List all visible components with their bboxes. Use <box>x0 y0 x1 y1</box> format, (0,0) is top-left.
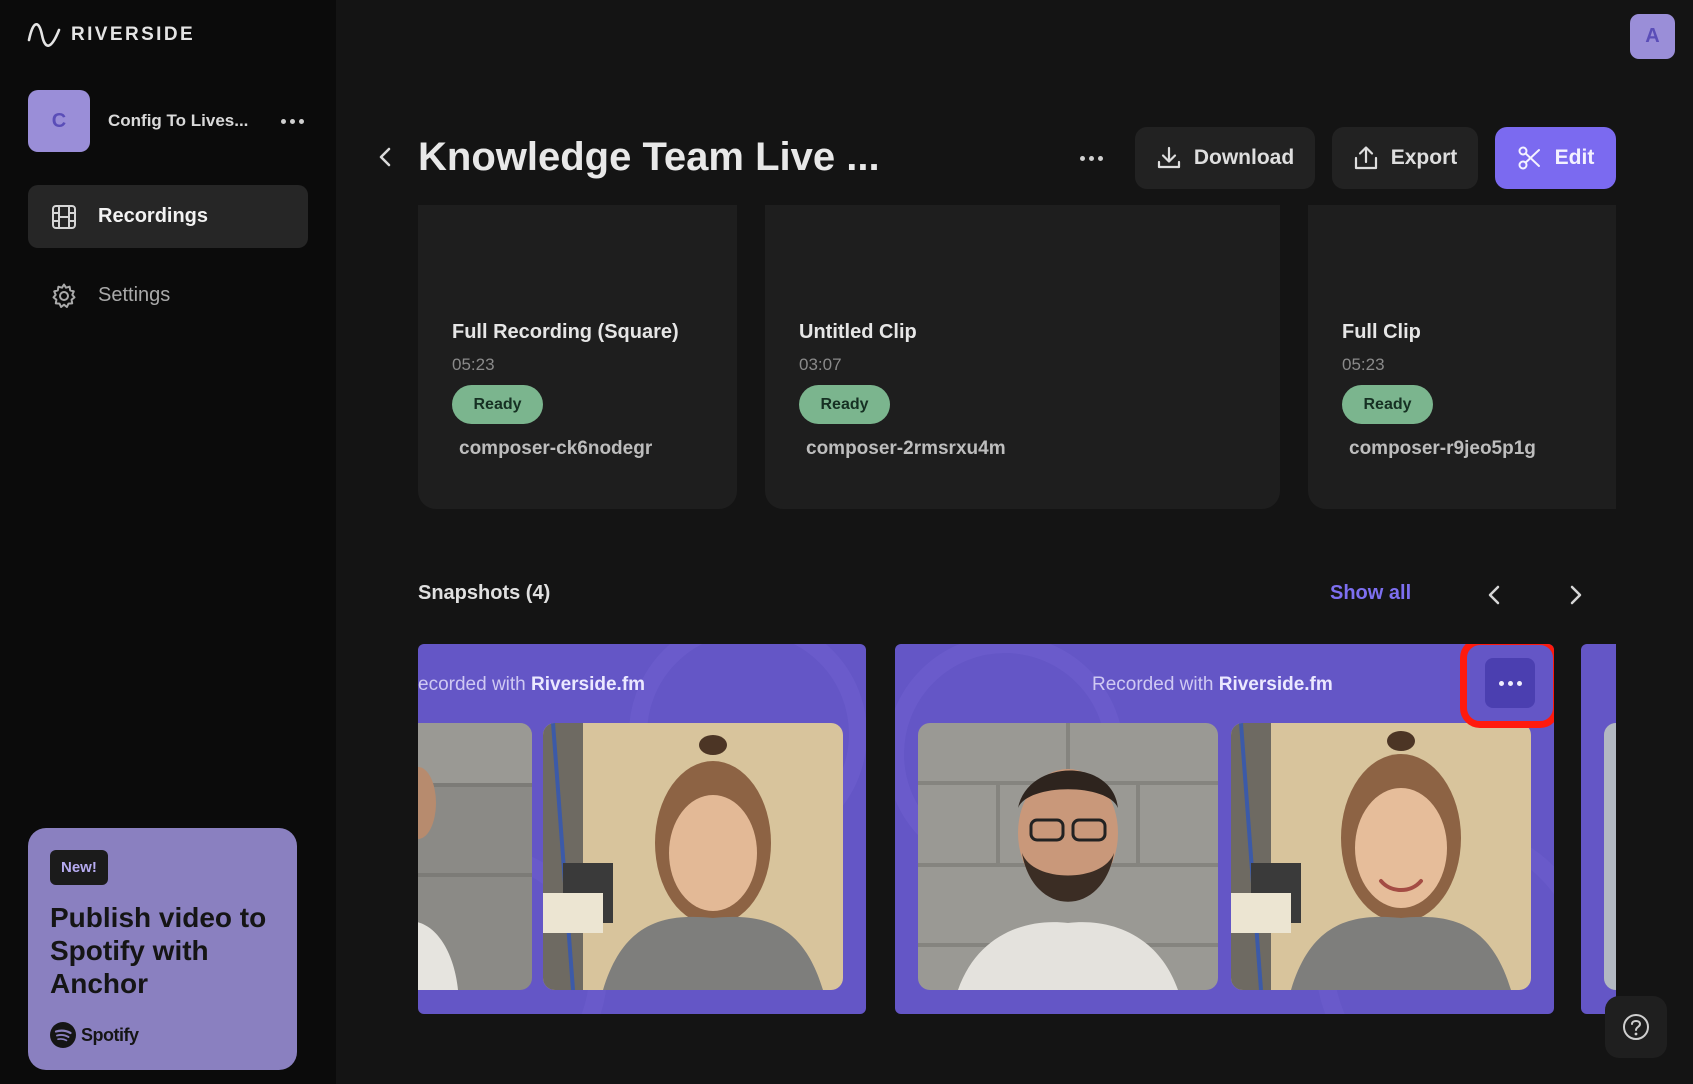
clips-carousel: Full Recording (Square) 05:23 Ready comp… <box>418 205 1616 509</box>
participant-video-female <box>543 723 843 990</box>
page-header: Knowledge Team Live ... Download Export … <box>370 127 1616 189</box>
status-badge: Ready <box>1342 385 1433 424</box>
user-avatar[interactable]: A <box>1630 14 1675 59</box>
clip-card[interactable]: Full Clip 05:23 Ready composer-r9jeo5p1g <box>1308 205 1616 509</box>
help-button[interactable] <box>1605 996 1667 1058</box>
status-badge: Ready <box>799 385 890 424</box>
clip-title: Untitled Clip <box>799 321 917 343</box>
more-options-icon[interactable] <box>1485 658 1535 708</box>
sidebar-item-label: Recordings <box>98 205 209 227</box>
spotify-logo: Spotify <box>50 1022 139 1048</box>
download-label: Download <box>1193 146 1295 169</box>
participant-video-male <box>418 723 532 990</box>
help-icon <box>1623 1014 1649 1040</box>
snapshot-watermark: ecorded with Riverside.fm <box>418 674 646 695</box>
show-all-link[interactable]: Show all <box>1330 582 1411 605</box>
participant-video <box>1604 723 1616 990</box>
wave-icon <box>27 23 61 47</box>
clip-duration: 05:23 <box>452 355 495 374</box>
more-options-icon[interactable] <box>1071 145 1111 171</box>
prev-button[interactable] <box>1479 580 1509 610</box>
chevron-right-icon <box>1570 585 1582 605</box>
sidebar-item-recordings[interactable]: Recordings <box>28 185 308 248</box>
spotify-wordmark: Spotify <box>81 1024 139 1045</box>
clip-duration: 03:07 <box>799 355 842 374</box>
sidebar-item-settings[interactable]: Settings <box>28 264 308 327</box>
snapshot-card[interactable]: Recorded with Riverside.fm <box>895 644 1554 1014</box>
film-icon <box>52 204 76 229</box>
workspace-avatar: C <box>28 90 90 152</box>
clip-id: composer-ck6nodegr <box>459 438 653 459</box>
download-button[interactable]: Download <box>1135 127 1315 189</box>
promo-title: Publish video to Spotify with Anchor <box>50 902 267 999</box>
workspace-name: Config To Lives... <box>108 111 249 130</box>
snapshots-heading: Snapshots (4) <box>418 582 551 604</box>
clip-id: composer-r9jeo5p1g <box>1349 438 1536 459</box>
participant-video-female <box>1231 723 1531 990</box>
brand-name: RIVERSIDE <box>71 24 196 45</box>
share-icon <box>1354 146 1377 170</box>
spotify-icon <box>50 1022 76 1048</box>
snapshot-card[interactable] <box>1581 644 1616 1014</box>
export-label: Export <box>1390 146 1458 169</box>
gear-icon <box>52 283 76 308</box>
download-icon <box>1157 146 1180 169</box>
clip-card[interactable]: Full Recording (Square) 05:23 Ready comp… <box>418 205 737 509</box>
sidebar: RIVERSIDE C Config To Lives... Recording… <box>0 0 336 1084</box>
edit-label: Edit <box>1554 146 1595 169</box>
edit-button[interactable]: Edit <box>1495 127 1616 189</box>
new-badge: New! <box>50 850 108 885</box>
snapshots-carousel: ecorded with Riverside.fm Recorded with … <box>418 644 1616 1014</box>
clip-duration: 05:23 <box>1342 355 1385 374</box>
highlighted-more-button[interactable] <box>1460 644 1554 728</box>
workspace-switcher[interactable]: C Config To Lives... <box>28 90 308 152</box>
chevron-left-icon <box>1488 585 1500 605</box>
page-title: Knowledge Team Live ... <box>418 135 880 179</box>
snapshot-watermark: Recorded with Riverside.fm <box>1092 674 1333 695</box>
sidebar-item-label: Settings <box>98 284 171 306</box>
clip-title: Full Recording (Square) <box>452 321 679 343</box>
workspace-more-icon[interactable] <box>276 108 308 134</box>
snapshot-card[interactable]: ecorded with Riverside.fm <box>418 644 866 1014</box>
app-window: RIVERSIDE C Config To Lives... Recording… <box>0 0 1693 1084</box>
chevron-left-icon <box>379 147 391 167</box>
back-button[interactable] <box>370 142 400 172</box>
riverside-logo[interactable]: RIVERSIDE <box>27 22 195 48</box>
next-button[interactable] <box>1561 580 1591 610</box>
spotify-promo-card[interactable]: New! Publish video to Spotify with Ancho… <box>28 828 297 1070</box>
clip-title: Full Clip <box>1342 321 1421 343</box>
participant-video-male <box>918 723 1218 990</box>
export-button[interactable]: Export <box>1332 127 1478 189</box>
clip-card[interactable]: Untitled Clip 03:07 Ready composer-2rmsr… <box>765 205 1280 509</box>
scissors-icon <box>1518 146 1540 170</box>
status-badge: Ready <box>452 385 543 424</box>
clip-id: composer-2rmsrxu4m <box>806 438 1006 459</box>
